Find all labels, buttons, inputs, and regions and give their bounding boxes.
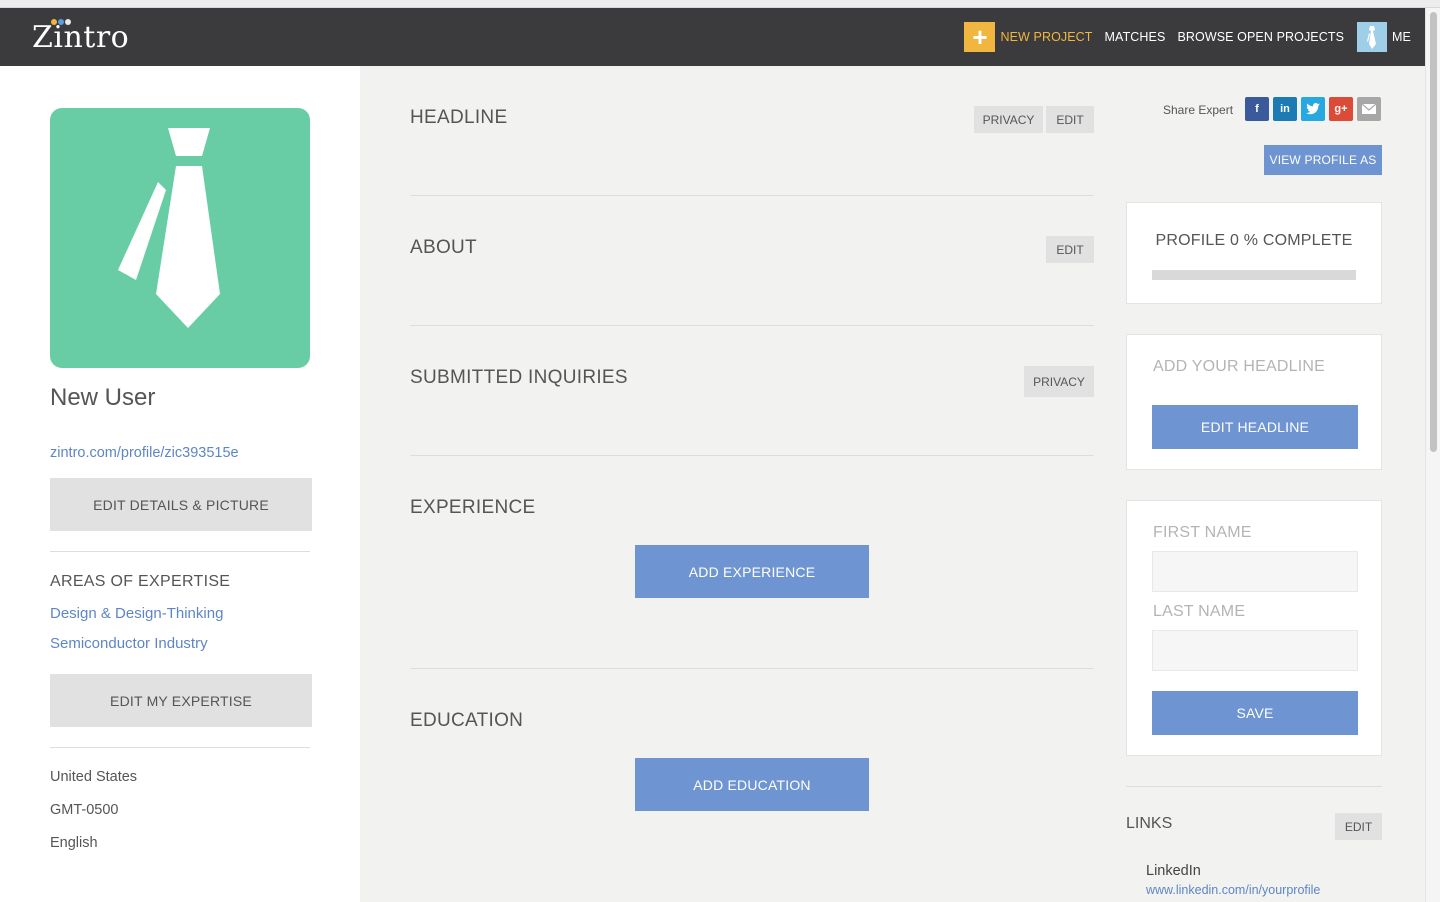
name-form-card: FIRST NAME LAST NAME SAVE xyxy=(1126,500,1382,756)
nav-new-project[interactable]: NEW PROJECT xyxy=(1000,30,1092,44)
tie-icon xyxy=(118,128,220,328)
edit-details-picture-button[interactable]: EDIT DETAILS & PICTURE xyxy=(50,478,312,531)
add-headline-card: ADD YOUR HEADLINE EDIT HEADLINE xyxy=(1126,334,1382,470)
sidebar-divider xyxy=(50,551,310,552)
profile-complete-text: PROFILE 0 % COMPLETE xyxy=(1155,232,1353,249)
add-education-button[interactable]: ADD EDUCATION xyxy=(635,758,869,811)
inquiries-privacy-button[interactable]: PRIVACY xyxy=(1024,366,1094,397)
expertise-link[interactable]: Semiconductor Industry xyxy=(50,635,208,652)
first-name-field[interactable] xyxy=(1152,551,1358,592)
expertise-link[interactable]: Design & Design-Thinking xyxy=(50,605,223,622)
submitted-inquiries-title: SUBMITTED INQUIRIES xyxy=(410,367,628,388)
linkedin-icon[interactable]: in xyxy=(1273,97,1297,121)
new-project-plus-icon[interactable]: + xyxy=(964,22,996,52)
browser-top-edge xyxy=(0,0,1440,8)
edit-my-expertise-button[interactable]: EDIT MY EXPERTISE xyxy=(50,674,312,727)
section-divider xyxy=(410,668,1094,669)
add-experience-button[interactable]: ADD EXPERIENCE xyxy=(635,545,869,598)
education-section-title: EDUCATION xyxy=(410,710,524,731)
links-title: LINKS xyxy=(1126,815,1173,832)
last-name-field[interactable] xyxy=(1152,630,1358,671)
top-navbar: Zintro + NEW PROJECT MATCHES BROWSE OPEN… xyxy=(0,8,1425,66)
save-button[interactable]: SAVE xyxy=(1152,691,1358,735)
twitter-icon[interactable] xyxy=(1301,97,1325,121)
profile-main: HEADLINE PRIVACY EDIT ABOUT EDIT SUBMITT… xyxy=(360,66,1425,902)
about-edit-button[interactable]: EDIT xyxy=(1046,236,1094,263)
email-icon[interactable] xyxy=(1357,97,1381,121)
location-country: United States xyxy=(50,769,138,785)
nav-right-group: + NEW PROJECT MATCHES BROWSE OPEN PROJEC… xyxy=(964,8,1425,66)
user-name: New User xyxy=(50,384,156,411)
envelope-icon xyxy=(1362,104,1376,114)
last-name-label: LAST NAME xyxy=(1153,603,1246,620)
right-divider xyxy=(1126,786,1382,787)
zintro-logo[interactable]: Zintro xyxy=(32,20,129,55)
language: English xyxy=(50,835,98,851)
headline-privacy-button[interactable]: PRIVACY xyxy=(974,106,1043,133)
linkedin-link-url[interactable]: www.linkedin.com/in/yourprofile xyxy=(1146,883,1320,897)
facebook-icon[interactable]: f xyxy=(1245,97,1269,121)
nav-me[interactable]: ME xyxy=(1392,30,1411,44)
edit-headline-button[interactable]: EDIT HEADLINE xyxy=(1152,405,1358,449)
page-scrollbar[interactable] xyxy=(1425,8,1440,902)
areas-of-expertise-title: AREAS OF EXPERTISE xyxy=(50,573,231,590)
section-divider xyxy=(410,195,1094,196)
section-divider xyxy=(410,325,1094,326)
nav-browse-open-projects[interactable]: BROWSE OPEN PROJECTS xyxy=(1177,30,1344,44)
logo-text: Zintro xyxy=(32,20,130,55)
nav-matches[interactable]: MATCHES xyxy=(1105,30,1166,44)
tie-icon xyxy=(1367,26,1377,49)
timezone: GMT-0500 xyxy=(50,802,119,818)
google-plus-icon[interactable]: g+ xyxy=(1329,97,1353,121)
profile-url-link[interactable]: zintro.com/profile/zic393515e xyxy=(50,445,239,461)
profile-progress-bar xyxy=(1152,270,1356,280)
twitter-bird-icon xyxy=(1306,103,1320,115)
scrollbar-thumb[interactable] xyxy=(1430,12,1437,452)
about-section-title: ABOUT xyxy=(410,237,477,258)
headline-section-title: HEADLINE xyxy=(410,107,508,128)
section-divider xyxy=(410,455,1094,456)
links-edit-button[interactable]: EDIT xyxy=(1335,813,1382,840)
add-your-headline-title: ADD YOUR HEADLINE xyxy=(1153,358,1326,375)
profile-sidebar: New User zintro.com/profile/zic393515e E… xyxy=(0,66,360,902)
user-avatar-small[interactable] xyxy=(1357,22,1388,52)
view-profile-as-button[interactable]: VIEW PROFILE AS xyxy=(1264,145,1382,175)
share-expert-label: Share Expert xyxy=(1163,103,1234,117)
experience-section-title: EXPERIENCE xyxy=(410,497,536,518)
logo-dots-icon xyxy=(51,19,71,27)
first-name-label: FIRST NAME xyxy=(1153,524,1252,541)
profile-avatar[interactable] xyxy=(50,108,310,368)
headline-edit-button[interactable]: EDIT xyxy=(1046,106,1094,133)
linkedin-link-name: LinkedIn xyxy=(1146,863,1201,879)
profile-complete-card: PROFILE 0 % COMPLETE xyxy=(1126,202,1382,304)
sidebar-divider xyxy=(50,747,310,748)
